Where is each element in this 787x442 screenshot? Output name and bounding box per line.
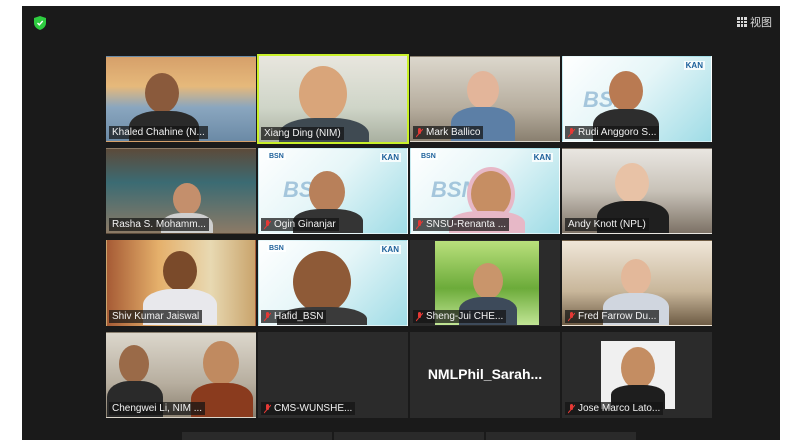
participant-name-tag: Sheng-Jui CHE... bbox=[413, 310, 507, 323]
video-tile[interactable]: BSN KAN Hafid_BSN bbox=[258, 240, 408, 326]
participant-display-name: NMLPhil_Sarah... bbox=[427, 366, 543, 382]
muted-mic-icon bbox=[568, 127, 575, 137]
participant-face bbox=[615, 163, 649, 203]
video-tile[interactable]: Chengwei Li, NIM ... bbox=[106, 332, 256, 418]
bsn-logo: BSN bbox=[267, 245, 286, 252]
video-tile[interactable]: Shiv Kumar Jaiswal bbox=[106, 240, 256, 326]
video-tile[interactable]: Jose Marco Lato... bbox=[562, 332, 712, 418]
participant-face bbox=[473, 263, 503, 299]
participant-face bbox=[309, 171, 345, 213]
participant-name-tag: Chengwei Li, NIM ... bbox=[109, 402, 206, 415]
participant-face bbox=[467, 71, 499, 109]
muted-mic-icon bbox=[264, 219, 271, 229]
muted-mic-icon bbox=[416, 311, 423, 321]
participant-name-tag: Hafid_BSN bbox=[261, 310, 327, 323]
kan-logo: KAN bbox=[379, 153, 401, 162]
video-tile[interactable]: Sheng-Jui CHE... bbox=[410, 240, 560, 326]
next-row-tile-edge bbox=[486, 432, 636, 440]
video-tile[interactable]: Rasha S. Mohamm... bbox=[106, 148, 256, 234]
security-shield-icon[interactable] bbox=[34, 16, 46, 30]
video-tile[interactable]: CMS-WUNSHE... bbox=[258, 332, 408, 418]
participant-face bbox=[621, 347, 655, 389]
participant-face bbox=[163, 251, 197, 291]
muted-mic-icon bbox=[568, 311, 575, 321]
grid-view-icon bbox=[737, 17, 747, 27]
next-row-tile-edge bbox=[182, 432, 332, 440]
video-tile[interactable]: Mark Ballico bbox=[410, 56, 560, 142]
bsn-logo: BSN bbox=[419, 153, 438, 160]
muted-mic-icon bbox=[264, 403, 271, 413]
meeting-window: 视图 Khaled Chahine (N... Xiang Ding (NIM)… bbox=[22, 6, 780, 440]
video-tile[interactable]: Fred Farrow Du... bbox=[562, 240, 712, 326]
kan-logo: KAN bbox=[683, 61, 705, 70]
muted-mic-icon bbox=[264, 311, 271, 321]
next-row-tile-edge bbox=[334, 432, 484, 440]
participant-name-tag: Khaled Chahine (N... bbox=[109, 126, 208, 139]
participant-face bbox=[173, 183, 201, 215]
video-tile[interactable]: Andy Knott (NPL) bbox=[562, 148, 712, 234]
bsn-logo: BSN bbox=[267, 153, 286, 160]
participant-face bbox=[203, 341, 239, 385]
participant-face bbox=[145, 73, 179, 113]
kan-logo: KAN bbox=[531, 153, 553, 162]
profile-photo bbox=[601, 341, 675, 409]
participant-name-tag: Fred Farrow Du... bbox=[565, 310, 660, 323]
view-label: 视图 bbox=[750, 17, 772, 29]
video-tile-active-speaker[interactable]: Xiang Ding (NIM) bbox=[257, 54, 409, 144]
video-tile[interactable]: BSN KAN Rudi Anggoro S... bbox=[562, 56, 712, 142]
participant-name-tag: Mark Ballico bbox=[413, 126, 484, 139]
participant-face bbox=[609, 71, 643, 111]
participant-name-tag: Rudi Anggoro S... bbox=[565, 126, 660, 139]
participant-name-tag: Rasha S. Mohamm... bbox=[109, 218, 209, 231]
participant-face bbox=[299, 66, 347, 122]
video-tile-video-off[interactable]: NMLPhil_Sarah... bbox=[410, 332, 560, 418]
participant-name-tag: Ogin Ginanjar bbox=[261, 218, 339, 231]
video-tile[interactable]: BSN KAN BSN SNSU-Renanta ... bbox=[410, 148, 560, 234]
video-tile[interactable]: Khaled Chahine (N... bbox=[106, 56, 256, 142]
participant-name-tag: Jose Marco Lato... bbox=[565, 402, 664, 415]
participant-name-tag: Andy Knott (NPL) bbox=[565, 218, 649, 231]
participant-face bbox=[119, 345, 149, 383]
muted-mic-icon bbox=[416, 219, 423, 229]
view-button[interactable]: 视图 bbox=[737, 14, 772, 30]
participant-name-tag: Xiang Ding (NIM) bbox=[261, 127, 344, 140]
kan-logo: KAN bbox=[379, 245, 401, 254]
participant-name-tag: Shiv Kumar Jaiswal bbox=[109, 310, 203, 323]
participant-face bbox=[293, 251, 351, 313]
participant-face bbox=[621, 259, 651, 295]
participant-name-tag: CMS-WUNSHE... bbox=[261, 402, 356, 415]
participant-name-tag: SNSU-Renanta ... bbox=[413, 218, 510, 231]
muted-mic-icon bbox=[416, 127, 423, 137]
muted-mic-icon bbox=[568, 403, 575, 413]
video-tile[interactable]: BSN KAN BSN Ogin Ginanjar bbox=[258, 148, 408, 234]
